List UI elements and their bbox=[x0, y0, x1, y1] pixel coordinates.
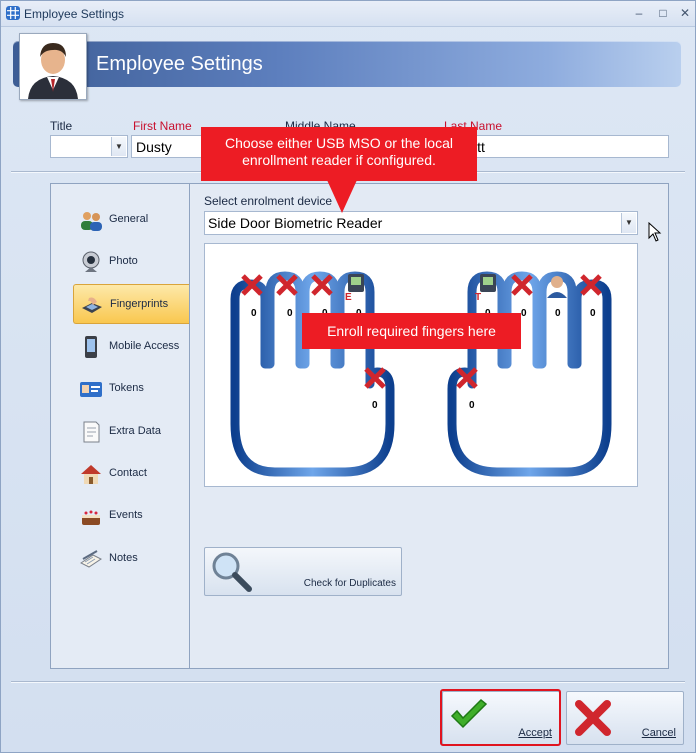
title-select[interactable]: ▼ bbox=[50, 135, 128, 158]
sidebar-item-photo[interactable]: Photo bbox=[73, 242, 189, 282]
sidebar-item-general[interactable]: General bbox=[73, 200, 189, 240]
cancel-label: Cancel bbox=[641, 727, 676, 739]
finger-count: 0 bbox=[469, 400, 475, 411]
sidebar-item-fingerprints[interactable]: Fingerprints bbox=[73, 284, 189, 324]
close-button[interactable]: ✕ bbox=[675, 4, 695, 22]
sidebar-item-label: Extra Data bbox=[109, 425, 161, 437]
minimize-button[interactable]: – bbox=[629, 4, 649, 22]
webcam-icon bbox=[82, 251, 100, 272]
page-header: Employee Settings bbox=[13, 41, 681, 87]
device-callout: Choose either USB MSO or the local enrol… bbox=[201, 127, 477, 181]
svg-text:T: T bbox=[475, 292, 481, 303]
fingerprint-panel: Select enrolment device Side Door Biomet… bbox=[191, 184, 668, 668]
people-icon bbox=[81, 212, 102, 231]
fingers-callout: Enroll required fingers here bbox=[302, 313, 521, 349]
check-duplicates-label: Check for Duplicates bbox=[303, 578, 396, 589]
house-icon bbox=[81, 465, 101, 484]
finger-count: 0 bbox=[590, 308, 596, 319]
sidebar-item-label: Events bbox=[109, 509, 143, 521]
cancel-button[interactable]: Cancel bbox=[566, 691, 684, 745]
finger-count: 0 bbox=[287, 308, 293, 319]
page-title: Employee Settings bbox=[96, 53, 263, 75]
finger-count: 0 bbox=[372, 400, 378, 411]
sidebar-item-contact[interactable]: Contact bbox=[73, 454, 189, 494]
sidebar: General Photo Fingerprints Mobile Access… bbox=[51, 184, 190, 668]
maximize-button[interactable]: □ bbox=[653, 4, 673, 22]
hands-diagram: E T 0 0 0 0 0 0 0 bbox=[230, 271, 612, 477]
sidebar-item-label: Fingerprints bbox=[110, 298, 169, 310]
finger-count: 0 bbox=[251, 308, 257, 319]
first-name-label: First Name bbox=[133, 119, 192, 133]
mobile-phone-icon bbox=[85, 336, 97, 358]
fingerprint-scanner-icon bbox=[82, 297, 102, 313]
close-x-icon bbox=[575, 700, 611, 736]
chevron-down-icon[interactable]: ▼ bbox=[621, 213, 636, 233]
title-label: Title bbox=[50, 119, 73, 133]
sidebar-item-notes[interactable]: Notes bbox=[73, 539, 189, 579]
accept-highlight-frame bbox=[440, 689, 561, 746]
enrolment-device-select[interactable]: Side Door Biometric Reader ▼ bbox=[204, 211, 638, 235]
svg-text:E: E bbox=[345, 292, 352, 303]
fingerprint-hands-area: E T 0 0 0 0 0 0 0 bbox=[204, 243, 638, 487]
sidebar-item-label: Tokens bbox=[109, 382, 144, 394]
note-icon bbox=[83, 421, 100, 443]
finger-count: 0 bbox=[521, 308, 527, 319]
id-card-icon bbox=[80, 382, 102, 397]
title-bar: Employee Settings – □ ✕ bbox=[1, 1, 695, 27]
chevron-down-icon[interactable]: ▼ bbox=[111, 137, 126, 156]
finger-count: 0 bbox=[555, 308, 561, 319]
sidebar-item-mobile-access[interactable]: Mobile Access bbox=[73, 327, 189, 367]
sidebar-item-extra-data[interactable]: Extra Data bbox=[73, 412, 189, 452]
app-grid-icon bbox=[6, 6, 20, 20]
magnifier-icon bbox=[212, 552, 252, 592]
mouse-cursor-icon bbox=[648, 222, 662, 242]
notes-icon bbox=[80, 550, 102, 568]
window-title: Employee Settings bbox=[24, 7, 125, 21]
sidebar-item-label: General bbox=[109, 213, 149, 225]
check-duplicates-button[interactable]: Check for Duplicates bbox=[204, 547, 402, 596]
settings-panel: General Photo Fingerprints Mobile Access… bbox=[50, 183, 669, 669]
sidebar-item-events[interactable]: Events bbox=[73, 496, 189, 536]
sidebar-item-label: Notes bbox=[109, 552, 138, 564]
divider bbox=[11, 681, 685, 683]
sidebar-item-label: Photo bbox=[109, 255, 138, 267]
sidebar-item-tokens[interactable]: Tokens bbox=[73, 369, 189, 409]
callout-pointer bbox=[327, 180, 357, 213]
enrolment-device-label: Select enrolment device bbox=[204, 194, 333, 208]
sidebar-item-label: Mobile Access bbox=[109, 340, 180, 352]
cake-icon bbox=[82, 510, 100, 525]
businessman-icon bbox=[28, 43, 78, 99]
employee-avatar[interactable] bbox=[19, 33, 87, 100]
sidebar-item-label: Contact bbox=[109, 467, 147, 479]
employee-settings-window: Employee Settings – □ ✕ Employee Setting… bbox=[0, 0, 696, 753]
